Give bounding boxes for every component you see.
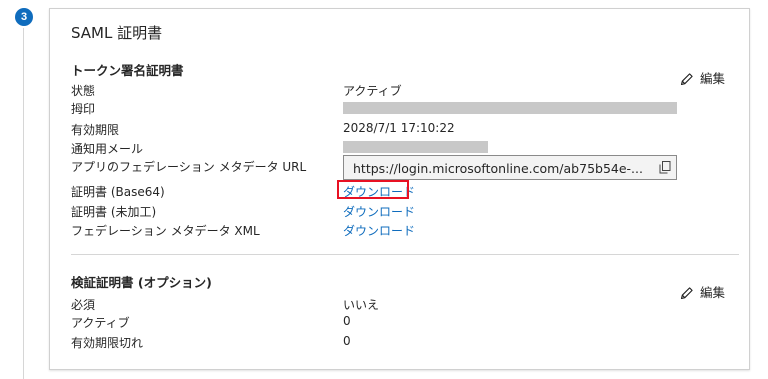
- edit-label: 編集: [700, 285, 726, 300]
- active-value: 0: [343, 314, 351, 328]
- status-value: アクティブ: [343, 84, 402, 98]
- expiration-label: 有効期限: [71, 123, 120, 137]
- required-value: いいえ: [343, 298, 380, 312]
- card-title: SAML 証明書: [71, 24, 163, 42]
- edit-label: 編集: [700, 71, 726, 86]
- thumbprint-label: 拇印: [71, 102, 96, 116]
- notification-email-label: 通知用メール: [71, 142, 144, 156]
- notification-email-redacted: [343, 141, 488, 153]
- verification-edit-button[interactable]: 編集: [680, 282, 725, 301]
- metadata-url-value: https://login.microsoftonline.com/ab75b5…: [353, 161, 643, 176]
- metadata-url-label: アプリのフェデレーション メタデータ URL: [71, 160, 307, 174]
- step-connector-line: [23, 28, 24, 379]
- verification-section-title: 検証証明書 (オプション): [71, 275, 212, 290]
- pencil-icon: [680, 73, 693, 86]
- expiration-value: 2028/7/1 17:10:22: [343, 121, 455, 135]
- thumbprint-redacted: [343, 102, 677, 114]
- token-signing-section-title: トークン署名証明書: [71, 63, 184, 78]
- expired-value: 0: [343, 334, 351, 348]
- token-signing-edit-button[interactable]: 編集: [680, 68, 725, 87]
- cert-raw-download-link[interactable]: ダウンロード: [343, 203, 415, 220]
- copy-icon[interactable]: [659, 161, 671, 174]
- federation-xml-label: フェデレーション メタデータ XML: [71, 224, 260, 238]
- highlight-box: [337, 180, 409, 199]
- required-label: 必須: [71, 298, 96, 312]
- metadata-url-field[interactable]: https://login.microsoftonline.com/ab75b5…: [343, 155, 677, 180]
- step-number-badge: 3: [15, 8, 33, 26]
- status-label: 状態: [71, 84, 96, 98]
- federation-xml-download-link[interactable]: ダウンロード: [343, 222, 415, 239]
- active-label: アクティブ: [71, 316, 130, 330]
- pencil-icon: [680, 287, 693, 300]
- section-divider: [71, 254, 739, 255]
- cert-raw-label: 証明書 (未加工): [71, 205, 157, 219]
- expired-label: 有効期限切れ: [71, 336, 144, 350]
- saml-certificate-card: SAML 証明書 トークン署名証明書 編集 状態 アクティブ 拇印 有効期限 2…: [49, 8, 750, 370]
- cert-base64-label: 証明書 (Base64): [71, 185, 165, 199]
